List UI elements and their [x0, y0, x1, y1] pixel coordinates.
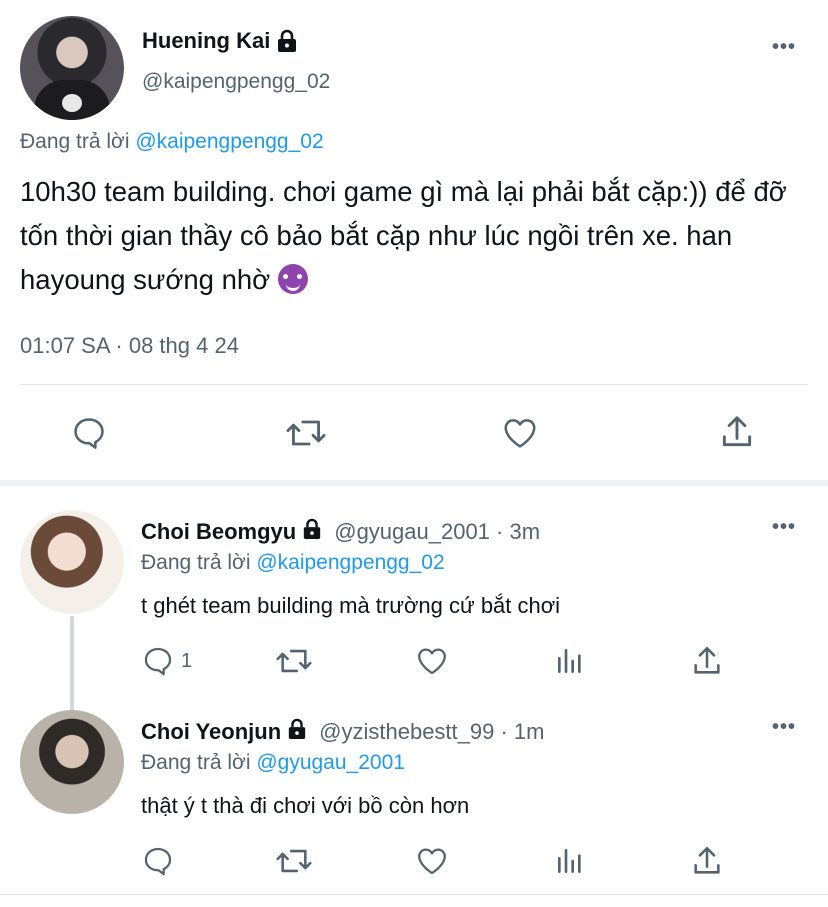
reply-author-name[interactable]: Choi Beomgyu @gyugau_2001 · 3m	[141, 518, 540, 546]
reply-meta: @gyugau_2001 · 3m	[334, 519, 541, 544]
replying-to: Đang trả lời @kaipengpengg_02	[20, 130, 324, 153]
divider	[0, 894, 828, 895]
reply-button[interactable]: 1	[141, 644, 192, 678]
smiling-devil-emoji	[277, 264, 308, 294]
reply-button[interactable]	[141, 844, 181, 878]
reply-meta: @yzisthebestt_99 · 1m	[319, 719, 545, 744]
retweet-icon	[274, 844, 314, 878]
mention-link[interactable]: @gyugau_2001	[256, 751, 405, 774]
like-icon	[500, 414, 540, 452]
share-button[interactable]	[690, 843, 724, 879]
share-icon	[690, 643, 724, 679]
like-button[interactable]	[414, 844, 450, 878]
retweet-button[interactable]	[274, 844, 314, 878]
reply-count: 1	[181, 649, 193, 672]
lock-icon	[276, 29, 298, 53]
like-icon	[414, 844, 450, 878]
thread-connector	[70, 616, 74, 712]
divider	[20, 384, 808, 385]
author-name[interactable]: Huening Kai	[142, 28, 298, 54]
like-icon	[414, 644, 450, 678]
reply-icon	[141, 644, 175, 678]
author-handle[interactable]: @kaipengpengg_02	[142, 70, 330, 94]
more-icon[interactable]: •••	[772, 36, 796, 59]
share-button[interactable]	[718, 412, 756, 452]
avatar[interactable]	[20, 16, 124, 120]
like-button[interactable]	[414, 644, 450, 678]
reply-text: t ghét team building mà trường cứ bắt ch…	[141, 593, 561, 618]
reply-icon	[141, 844, 175, 878]
reply-author-name[interactable]: Choi Yeonjun @yzisthebestt_99 · 1m	[141, 718, 544, 746]
reply-text: thật ý t thà đi chơi với bồ còn hơn	[141, 793, 470, 818]
retweet-button[interactable]	[274, 644, 314, 678]
share-button[interactable]	[690, 643, 724, 679]
section-separator	[0, 480, 828, 486]
share-icon	[690, 843, 724, 879]
share-icon	[718, 412, 756, 452]
reply-icon	[70, 414, 108, 452]
more-icon[interactable]: •••	[772, 516, 796, 539]
views-icon	[554, 644, 586, 678]
retweet-icon	[274, 644, 314, 678]
timestamp[interactable]: 01:07 SA · 08 thg 4 24	[20, 333, 239, 359]
avatar[interactable]	[20, 710, 124, 814]
lock-icon	[287, 718, 307, 746]
tweet-text: 10h30 team building. chơi game gì mà lại…	[20, 176, 787, 295]
mention-link[interactable]: @kaipengpengg_02	[256, 551, 444, 574]
avatar[interactable]	[20, 510, 124, 614]
mention-link[interactable]: @kaipengpengg_02	[135, 130, 323, 153]
reply-button[interactable]	[70, 414, 108, 452]
main-tweet: Huening Kai @kaipengpengg_02 ••• Đang tr…	[0, 0, 828, 480]
more-icon[interactable]: •••	[772, 716, 796, 739]
views-button[interactable]	[554, 844, 586, 878]
like-button[interactable]	[500, 414, 540, 452]
views-icon	[554, 844, 586, 878]
views-button[interactable]	[554, 644, 586, 678]
replying-to: Đang trả lời @gyugau_2001	[141, 751, 405, 774]
retweet-icon	[284, 414, 328, 452]
lock-icon	[302, 518, 322, 546]
replying-to: Đang trả lời @kaipengpengg_02	[141, 551, 445, 574]
retweet-button[interactable]	[284, 414, 328, 452]
